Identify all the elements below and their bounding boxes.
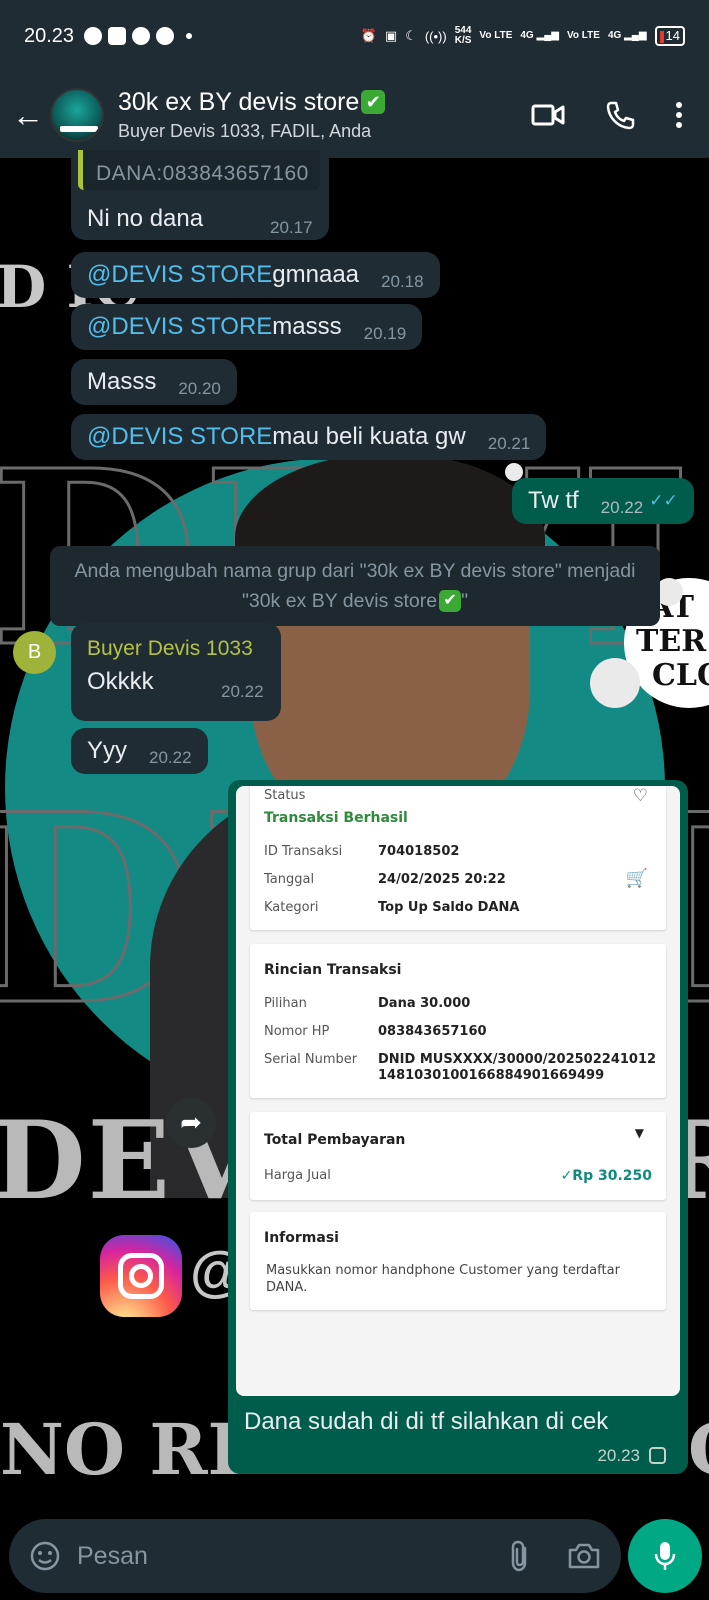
message-bubble[interactable]: @DEVIS STORE masss 20.19 <box>71 304 423 350</box>
receipt-status-card: Status Transaksi Berhasil ♡ ID Transaksi… <box>250 786 666 930</box>
mic-icon <box>654 1542 676 1570</box>
caret-down-icon: ▼ <box>634 1126 644 1140</box>
more-notifications-dot-icon <box>186 33 193 39</box>
image-message[interactable]: Status Transaksi Berhasil ♡ ID Transaksi… <box>228 780 688 1474</box>
hotspot-icon: ((•)) <box>424 28 447 44</box>
system-status-icons: ⏰ ▣ ☾ ((•)) 544 K/S Vo LTE 4G ▂▄▆ Vo LTE … <box>361 26 685 46</box>
message-time: 20.18 <box>381 272 424 291</box>
video-call-icon[interactable] <box>531 103 565 127</box>
receipt-info-card: Informasi Masukkan nomor handphone Custo… <box>250 1212 666 1310</box>
message-time: 20.22 <box>221 682 264 701</box>
sender-name[interactable]: Buyer Devis 1033 <box>87 637 253 661</box>
message-bubble-outgoing[interactable]: Tw tf 20.22 ✓✓ <box>512 478 694 524</box>
message-text: Okkkk <box>87 668 154 695</box>
mention[interactable]: @DEVIS STORE <box>87 313 272 341</box>
system-notice: Anda mengubah nama grup dari "30k ex BY … <box>50 546 660 626</box>
nfc-icon: ▣ <box>384 28 398 43</box>
message-bubble[interactable]: @DEVIS STORE mau beli kuata gw 20.21 <box>71 414 547 460</box>
message-time: 20.21 <box>487 434 531 453</box>
message-bubble-reply[interactable]: DANA:083843657160 Ni no dana 20.17 <box>71 150 329 240</box>
message-time: 20.20 <box>178 379 221 398</box>
volte-1: Vo LTE <box>479 30 513 41</box>
net-speed: 544 K/S <box>454 25 472 46</box>
messenger-icon <box>132 27 151 45</box>
quoted-text: DANA:083843657160 <box>96 162 309 185</box>
status-bar: 20.23 ⏰ ▣ ☾ ((•)) 544 K/S Vo LTE 4G ▂▄▆ V… <box>0 0 709 72</box>
sender-avatar[interactable]: B <box>13 631 56 674</box>
heart-icon: ♡ <box>632 786 648 806</box>
notification-icons <box>84 27 193 45</box>
group-avatar[interactable] <box>50 88 104 142</box>
check-mark-icon: ✔ <box>361 90 386 114</box>
read-receipt-icon: ✓✓ <box>649 491 678 510</box>
dnd-moon-icon: ☾ <box>405 28 417 43</box>
receipt-total-card: Total Pembayaran ▼ Harga Jual ✓Rp 30.250 <box>250 1112 666 1200</box>
mention[interactable]: @DEVIS STORE <box>87 261 272 289</box>
message-time: 20.19 <box>363 324 407 343</box>
receipt-image[interactable]: Status Transaksi Berhasil ♡ ID Transaksi… <box>236 786 680 1396</box>
message-list[interactable]: DANA:083843657160 Ni no dana 20.17 @DEVI… <box>0 150 709 1498</box>
more-options-icon[interactable] <box>675 101 683 129</box>
chat-header: ← 30k ex BY devis store ✔ Buyer Devis 103… <box>0 72 709 158</box>
message-time: 20.17 <box>270 218 313 237</box>
check-mark-icon: ✔ <box>439 590 462 612</box>
alarm-icon: ⏰ <box>360 28 377 43</box>
attach-icon[interactable] <box>509 1539 531 1573</box>
message-bubble[interactable]: Buyer Devis 1033 Okkkk 20.22 <box>71 623 281 721</box>
message-bubble[interactable]: Yyy 20.22 <box>71 728 208 774</box>
forward-icon[interactable]: ➦ <box>166 1098 216 1148</box>
message-text: Ni no dana <box>87 205 204 232</box>
battery-icon: 14 <box>654 26 685 46</box>
back-arrow-icon[interactable]: ← <box>0 97 50 134</box>
message-input-bar[interactable]: Pesan <box>9 1519 621 1593</box>
message-time: 20.22 <box>149 748 192 767</box>
voice-call-icon[interactable] <box>605 100 635 130</box>
message-time: 20.23 <box>597 1446 640 1465</box>
signal-1-icon: 4G ▂▄▆ <box>520 30 559 41</box>
message-input[interactable]: Pesan <box>77 1542 148 1571</box>
cart-icon: 🛒 <box>625 868 648 889</box>
app-icon <box>108 27 127 45</box>
camera-icon[interactable] <box>567 1542 601 1570</box>
whatsapp-icon <box>84 27 103 45</box>
message-time: 20.22 <box>600 498 644 517</box>
receipt-detail-card: Rincian Transaksi Pilihan Dana 30.000 No… <box>250 944 666 1098</box>
pending-clock-icon <box>649 1447 666 1464</box>
image-caption: Dana sudah di di tf silahkan di cek <box>244 1408 609 1435</box>
facebook-icon <box>156 27 175 45</box>
status-time: 20.23 <box>24 24 75 47</box>
group-title: 30k ex BY devis store ✔ <box>118 88 386 117</box>
signal-2-icon: 4G ▂▄▆ <box>607 30 647 41</box>
sticker-icon[interactable] <box>29 1540 61 1572</box>
group-info[interactable]: 30k ex BY devis store ✔ Buyer Devis 1033,… <box>118 88 386 142</box>
mention[interactable]: @DEVIS STORE <box>87 423 272 451</box>
message-bubble[interactable]: Masss 20.20 <box>71 359 237 405</box>
message-bubble[interactable]: @DEVIS STORE gmnaaa 20.18 <box>71 252 440 298</box>
volte-2: Vo LTE <box>566 30 600 41</box>
price-value: ✓Rp 30.250 <box>560 1168 652 1184</box>
mic-button[interactable] <box>628 1519 702 1593</box>
group-members: Buyer Devis 1033, FADIL, Anda <box>118 121 372 141</box>
